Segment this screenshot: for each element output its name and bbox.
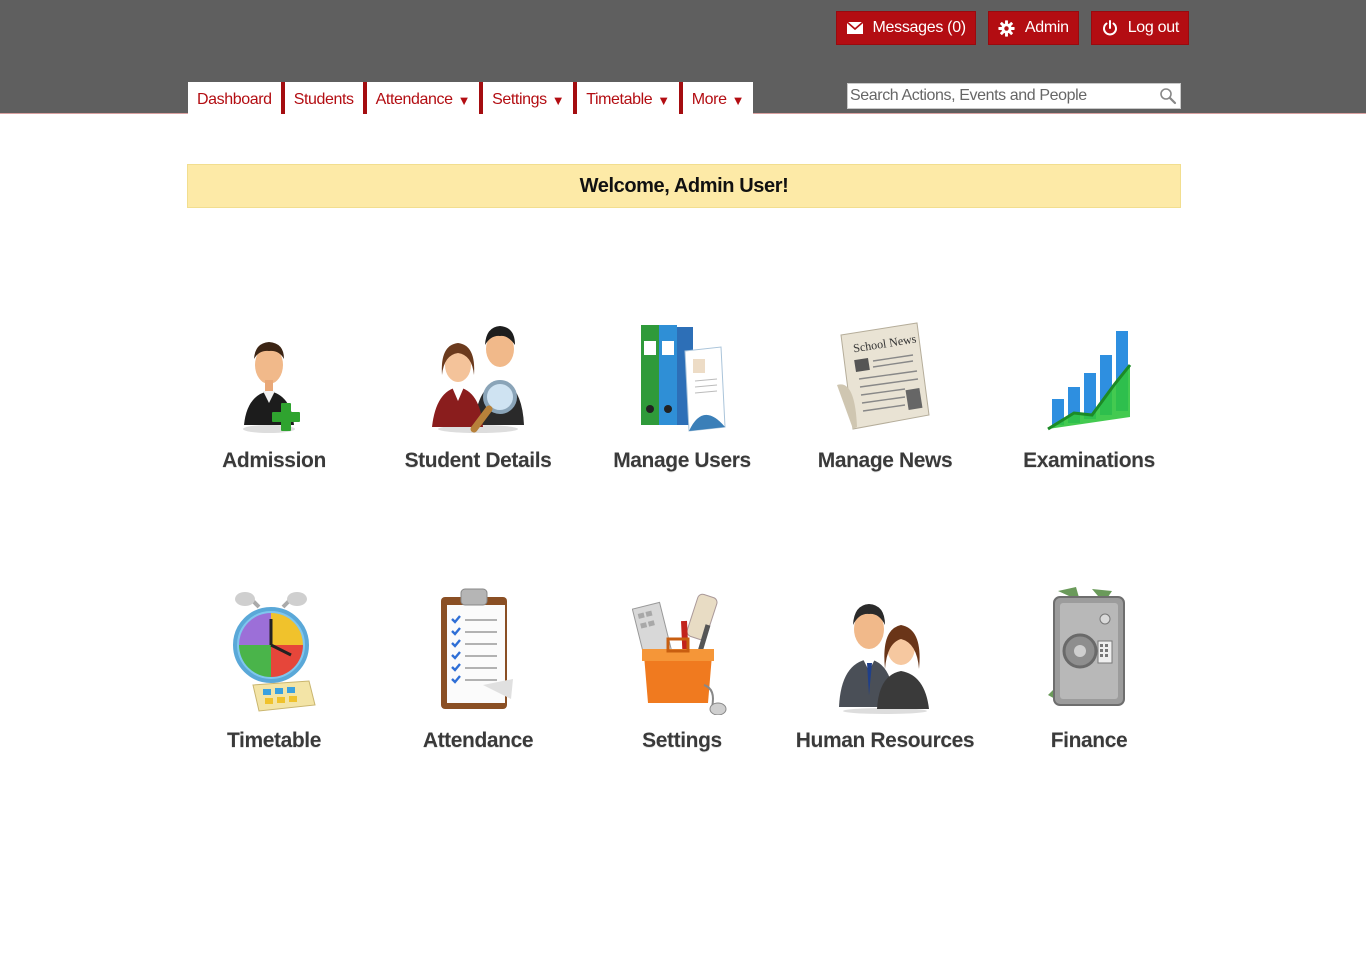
nav-tab-label: Dashboard [197, 91, 272, 108]
gear-icon [998, 19, 1016, 37]
tile-label: Admission [222, 449, 326, 472]
tile-label: Attendance [422, 729, 534, 752]
welcome-banner: Welcome, Admin User! [187, 164, 1181, 208]
nav-tab-label: Attendance [375, 91, 453, 108]
nav-tab-timetable[interactable]: Timetable ▼ [573, 82, 679, 114]
manage-users-icon [627, 305, 737, 435]
examinations-icon [1034, 305, 1144, 435]
tile-label: Student Details [404, 449, 552, 472]
admin-button[interactable]: Admin [987, 11, 1079, 45]
nav-tab-settings[interactable]: Settings ▼ [479, 82, 574, 114]
nav-tab-students[interactable]: Students [280, 82, 363, 114]
tile-manage-users[interactable]: Manage Users [587, 305, 777, 505]
nav-tab-attendance[interactable]: Attendance ▼ [362, 82, 480, 114]
logout-label: Log out [1127, 19, 1180, 36]
tile-settings[interactable]: Settings [587, 585, 777, 785]
tile-attendance[interactable]: Attendance [383, 585, 573, 785]
tile-examinations[interactable]: Examinations [994, 305, 1184, 505]
main-nav: Dashboard Students Attendance ▼ Settings… [188, 82, 754, 114]
tile-timetable[interactable]: Timetable [179, 585, 369, 785]
tile-student-details[interactable]: Student Details [383, 305, 573, 505]
welcome-text: Welcome, Admin User! [579, 174, 789, 197]
finance-icon [1034, 585, 1144, 715]
messages-button[interactable]: Messages (0) [835, 11, 976, 45]
envelope-icon [846, 19, 864, 37]
tile-finance[interactable]: Finance [994, 585, 1184, 785]
nav-tab-more[interactable]: More ▼ [678, 82, 754, 114]
admission-icon [219, 305, 329, 435]
tile-label: Human Resources [795, 729, 975, 752]
nav-tab-label: Timetable [586, 91, 653, 108]
nav-tab-dashboard[interactable]: Dashboard [188, 82, 281, 114]
settings-icon [627, 585, 737, 715]
caret-down-icon: ▼ [457, 92, 471, 108]
search-box [847, 83, 1181, 109]
caret-down-icon: ▼ [731, 92, 745, 108]
search-input[interactable] [848, 84, 1150, 108]
tile-label: Manage News [817, 449, 953, 472]
tile-label: Finance [1050, 729, 1128, 752]
tile-human-resources[interactable]: Human Resources [790, 585, 980, 785]
tile-manage-news[interactable]: School News Manage News [790, 305, 980, 505]
top-actions: Messages (0) Admin Log out [835, 11, 1189, 45]
top-bar: Messages (0) Admin Log out Dashboard Stu… [0, 0, 1366, 114]
timetable-icon [219, 585, 329, 715]
nav-tab-label: Settings [492, 91, 547, 108]
attendance-icon [423, 585, 533, 715]
caret-down-icon: ▼ [657, 92, 670, 108]
tile-admission[interactable]: Admission [179, 305, 369, 505]
caret-down-icon: ▼ [551, 92, 565, 108]
nav-tab-label: More [691, 91, 727, 108]
admin-label: Admin [1024, 19, 1069, 36]
nav-tab-label: Students [293, 91, 354, 108]
tile-label: Settings [642, 729, 722, 752]
power-icon [1101, 19, 1119, 37]
search-icon[interactable] [1159, 87, 1177, 105]
human-resources-icon [830, 585, 940, 715]
tile-label: Examinations [1023, 449, 1155, 472]
messages-label: Messages (0) [872, 19, 967, 36]
logout-button[interactable]: Log out [1090, 11, 1189, 45]
tile-label: Manage Users [613, 449, 751, 472]
manage-news-icon: School News [830, 305, 940, 435]
student-details-icon [423, 305, 533, 435]
tile-label: Timetable [226, 729, 322, 752]
